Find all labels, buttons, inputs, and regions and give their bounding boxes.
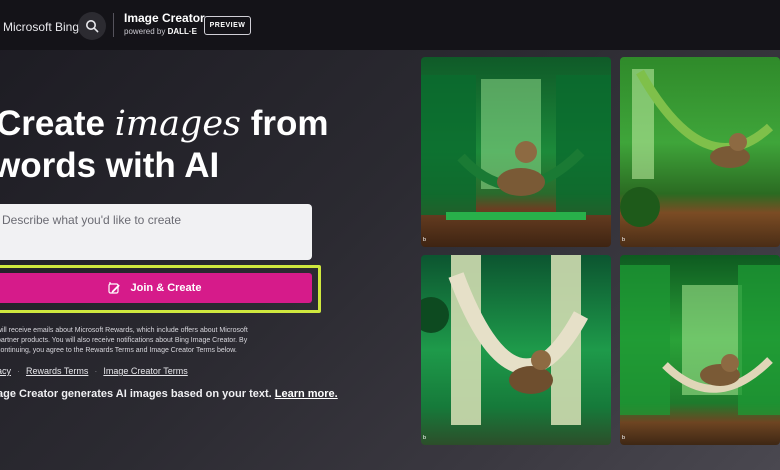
- generation-note: age Creator generates AI images based on…: [0, 388, 338, 400]
- sloth-hammock-image: [620, 69, 774, 227]
- link-separator: ·: [17, 366, 21, 376]
- header-divider: [113, 13, 114, 37]
- powered-by-label: powered by DALL·E: [124, 27, 197, 36]
- learn-more-link[interactable]: Learn more.: [275, 388, 338, 400]
- hero-title-line-1: Create images from: [0, 104, 329, 144]
- join-and-create-label: Join & Create: [130, 282, 202, 294]
- hero-word-from: from: [250, 104, 329, 143]
- footer-links: acy · Rewards Terms · Image Creator Term…: [0, 366, 188, 376]
- generation-note-text: age Creator generates AI images based on…: [0, 388, 272, 400]
- image-creator-terms-link[interactable]: Image Creator Terms: [103, 366, 187, 376]
- gallery-image-1[interactable]: ᵇ: [421, 57, 611, 247]
- bing-b-icon: ᵇ: [423, 236, 427, 245]
- sloth-hammock-image: [421, 255, 589, 425]
- prompt-placeholder: Describe what you'd like to create: [2, 213, 182, 227]
- powered-by-brand: DALL·E: [167, 27, 197, 36]
- link-separator: ·: [94, 366, 98, 376]
- powered-by-text: powered by: [124, 27, 166, 36]
- bing-b-icon: ᵇ: [423, 434, 427, 443]
- search-icon: [86, 20, 99, 33]
- search-button[interactable]: [78, 12, 106, 40]
- brand-name[interactable]: Microsoft Bing: [3, 20, 79, 34]
- preview-badge: PREVIEW: [204, 16, 251, 35]
- gallery-image-2[interactable]: ᵇ: [620, 57, 780, 247]
- gallery-image-4[interactable]: ᵇ: [620, 255, 780, 445]
- sloth-hammock-image: [620, 265, 780, 415]
- gallery-image-3[interactable]: ᵇ: [421, 255, 611, 445]
- sparkle-pencil-icon: [107, 282, 120, 294]
- sloth-hammock-image: [421, 75, 611, 220]
- join-and-create-button[interactable]: Join & Create: [0, 273, 312, 303]
- bing-b-icon: ᵇ: [622, 236, 626, 245]
- rewards-terms-link[interactable]: Rewards Terms: [26, 366, 88, 376]
- legal-disclaimer: will receive emails about Microsoft Rewa…: [0, 327, 248, 354]
- app-title[interactable]: Image Creator: [124, 11, 205, 25]
- bing-b-icon: ᵇ: [622, 434, 626, 443]
- privacy-link[interactable]: acy: [0, 366, 11, 376]
- top-bar: Microsoft Bing Image Creator powered by …: [0, 0, 780, 50]
- hero-word-images: images: [114, 104, 242, 144]
- hero-title-line-2: words with AI: [0, 146, 220, 185]
- hero-word-create: Create: [0, 104, 105, 143]
